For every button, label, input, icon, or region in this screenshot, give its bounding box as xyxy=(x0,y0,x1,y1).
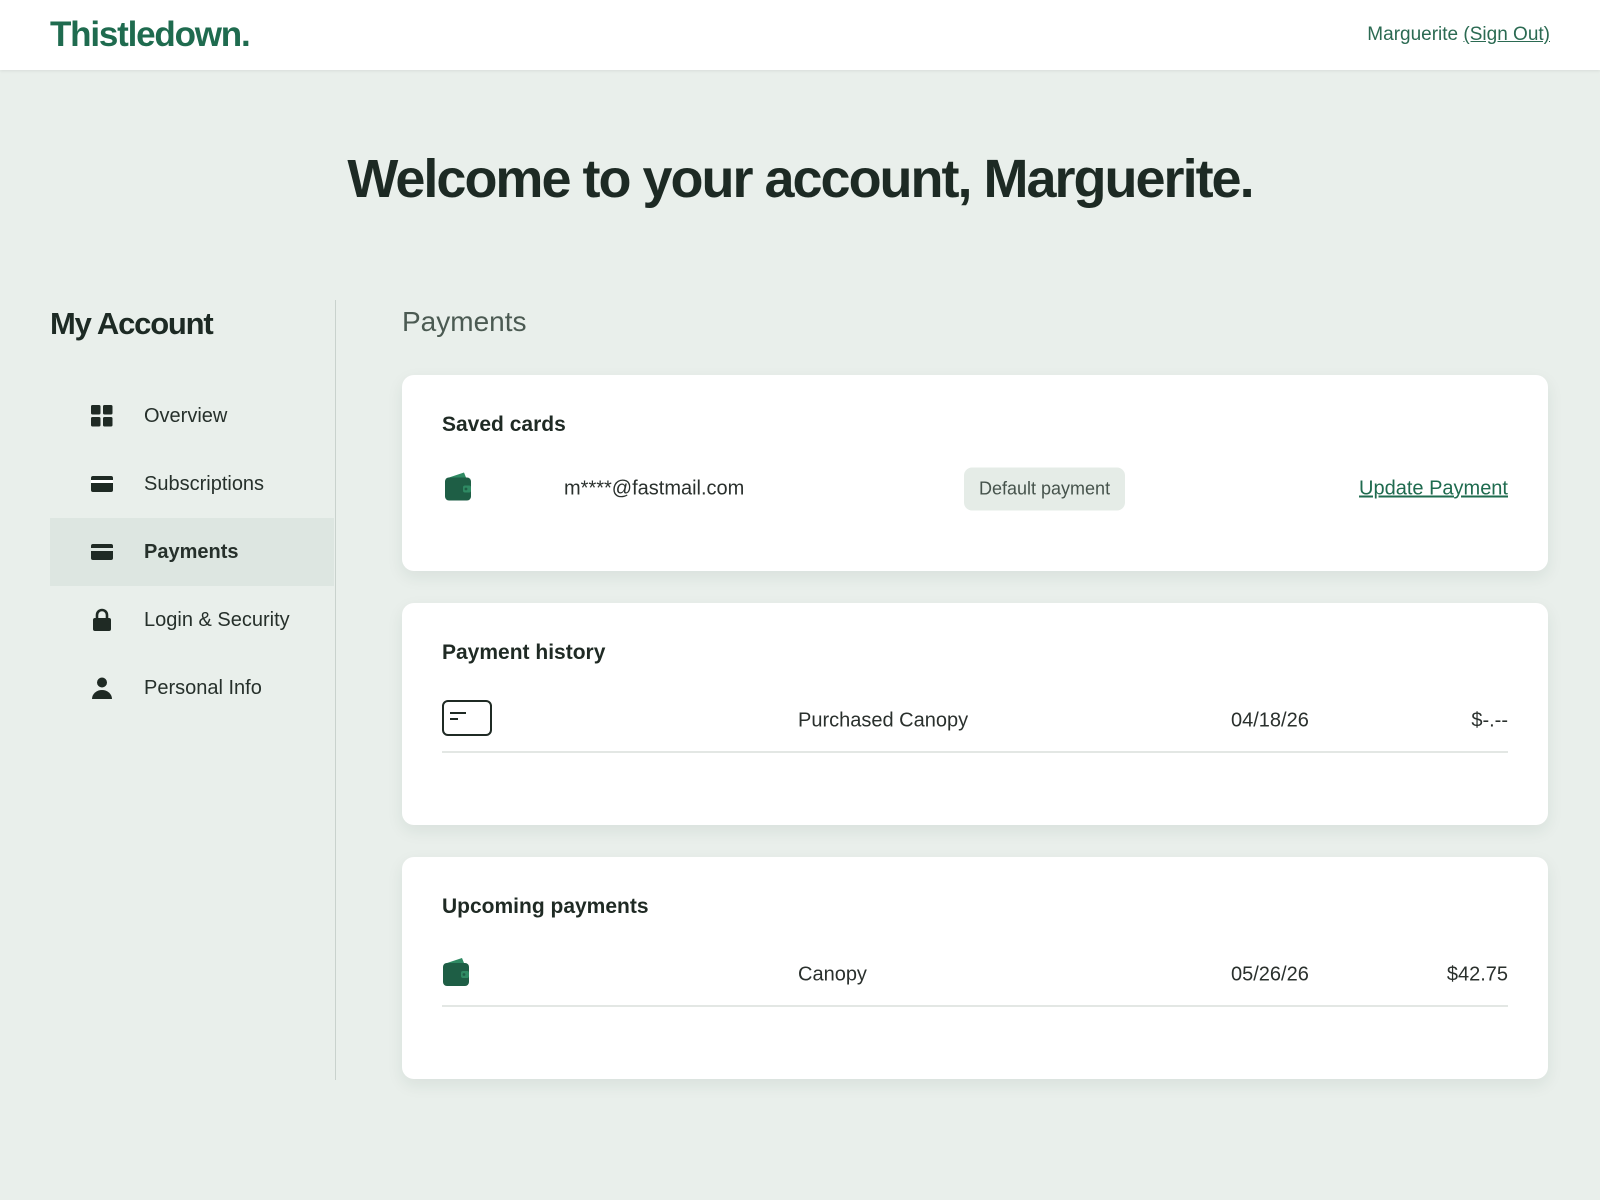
welcome-heading: Welcome to your account, Marguerite. xyxy=(347,149,1254,209)
person-icon xyxy=(90,676,114,700)
brand-logo[interactable]: Thistledown. xyxy=(50,15,251,55)
sidebar-item-subscriptions[interactable]: Subscriptions xyxy=(50,450,334,518)
wallet-icon xyxy=(442,957,470,993)
sidebar-title: My Account xyxy=(50,306,214,341)
table-row[interactable]: Purchased Canopy 04/18/26 $-.-- xyxy=(442,691,1508,753)
sidebar-item-label: Login & Security xyxy=(144,608,290,631)
card-icon xyxy=(90,540,114,564)
table-row[interactable]: Canopy 05/26/26 $42.75 xyxy=(442,945,1508,1007)
saved-cards-card: Saved cards m****@fastmail.com Default p… xyxy=(402,375,1548,571)
card-title: Upcoming payments xyxy=(442,895,649,918)
transaction-amount: $-.-- xyxy=(1471,709,1508,732)
sidebar-item-payments[interactable]: Payments xyxy=(50,518,334,586)
sidebar-item-overview[interactable]: Overview xyxy=(50,382,334,450)
lock-icon xyxy=(90,608,114,632)
transaction-amount: $42.75 xyxy=(1446,963,1508,986)
sidebar-item-label: Subscriptions xyxy=(144,472,265,495)
sign-out-link[interactable]: (Sign Out) xyxy=(1463,24,1550,45)
sidebar-item-login-security[interactable]: Login & Security xyxy=(50,586,334,654)
credit-card-outline-icon xyxy=(442,700,492,742)
sidebar-item-label: Personal Info xyxy=(144,676,262,699)
sidebar-item-personal-info[interactable]: Personal Info xyxy=(50,654,334,722)
payment-history-card: Payment history Purchased Canopy 04/18/2… xyxy=(402,603,1548,825)
transaction-description: Canopy xyxy=(798,963,867,986)
default-payment-badge: Default payment xyxy=(964,467,1126,511)
card-title: Saved cards xyxy=(442,413,566,436)
top-bar: Thistledown. Marguerite (Sign Out) xyxy=(0,0,1600,70)
card-icon xyxy=(90,472,114,496)
grid-icon xyxy=(90,404,114,428)
wallet-icon xyxy=(444,472,472,507)
user-name: Marguerite xyxy=(1367,24,1459,45)
upcoming-payments-card: Upcoming payments Canopy 05/26/26 $42.75 xyxy=(402,857,1548,1079)
sidebar-divider xyxy=(335,300,336,1080)
sidebar-item-label: Overview xyxy=(144,404,228,427)
card-title: Payment history xyxy=(442,641,606,664)
saved-card-email: m****@fastmail.com xyxy=(564,477,745,500)
saved-card-row: m****@fastmail.com Default payment Updat… xyxy=(442,459,1508,519)
sidebar: My Account Overview Subscriptions Paymen… xyxy=(50,300,334,722)
sidebar-item-label: Payments xyxy=(144,540,239,563)
user-box: Marguerite (Sign Out) xyxy=(1367,24,1550,46)
transaction-description: Purchased Canopy xyxy=(798,709,969,732)
transaction-date: 05/26/26 xyxy=(1231,963,1309,986)
page-title: Payments xyxy=(402,306,527,337)
update-payment-link[interactable]: Update Payment xyxy=(1359,478,1508,501)
transaction-date: 04/18/26 xyxy=(1231,709,1309,732)
